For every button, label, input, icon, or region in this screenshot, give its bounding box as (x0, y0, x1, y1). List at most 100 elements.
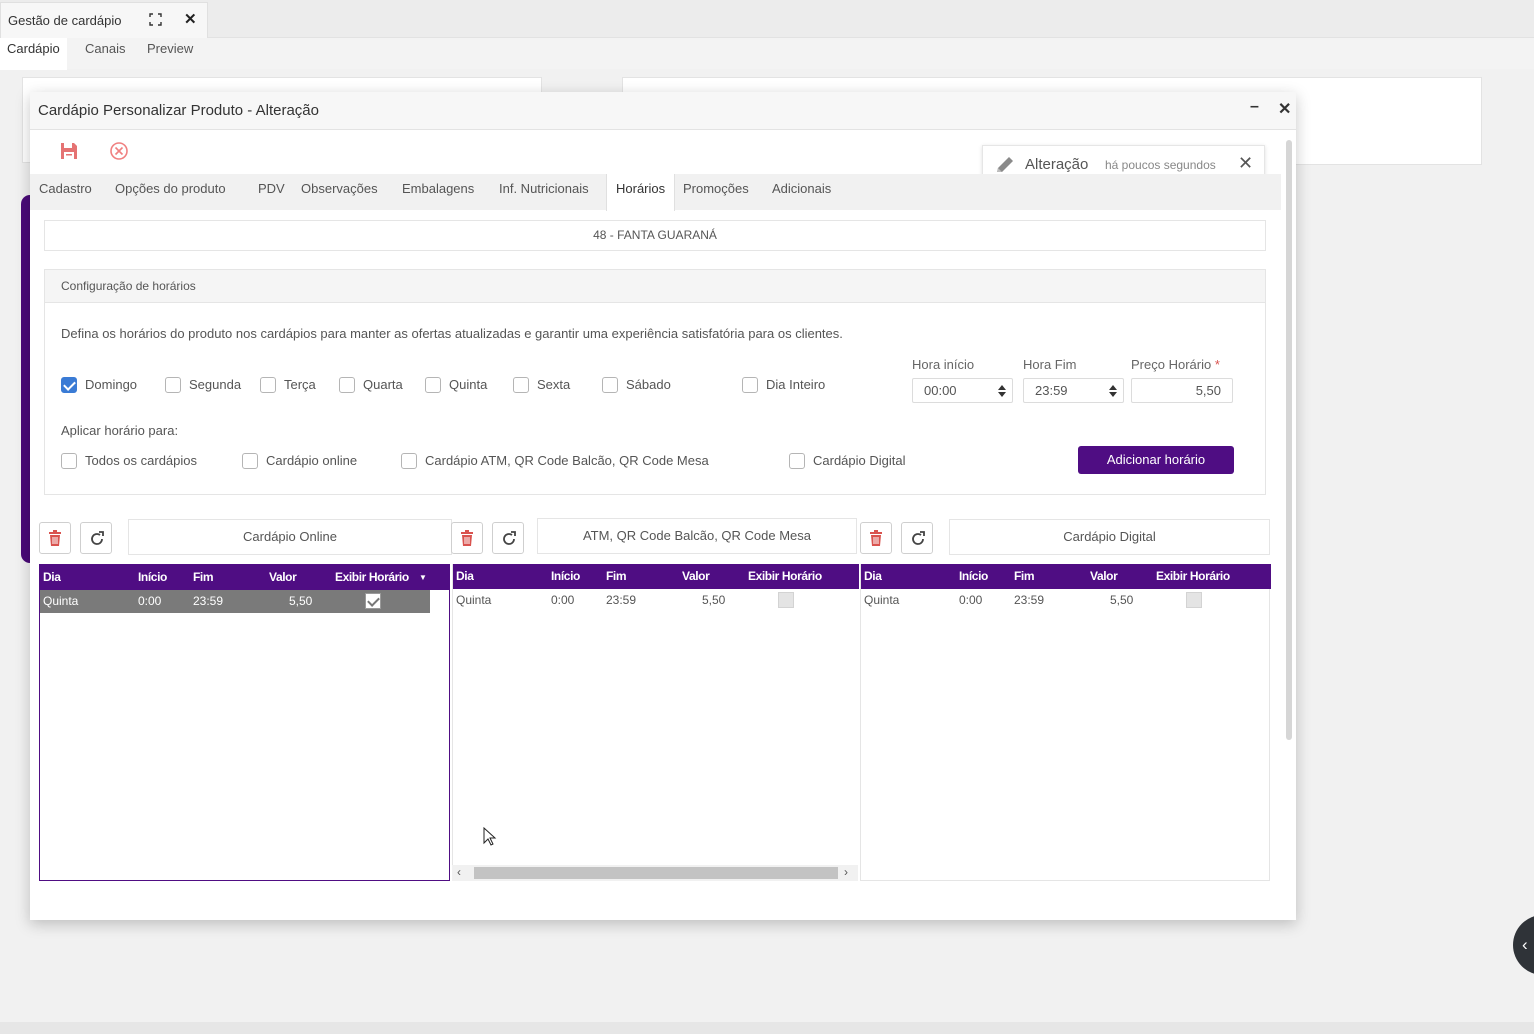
checkbox-todos-cardapios[interactable] (61, 453, 77, 469)
preco-horario-input[interactable]: 5,50 (1131, 378, 1233, 403)
checkbox-label: Domingo (85, 377, 138, 392)
grid-header: Dia Início Fim Valor Exibir Horário ▼ (40, 565, 449, 590)
refresh-icon (912, 531, 925, 545)
background-footer (0, 1022, 1534, 1034)
grid-digital: Dia Início Fim Valor Exibir Horário Quin… (860, 564, 1271, 881)
hora-inicio-input[interactable]: 00:00 (912, 378, 1013, 403)
exibir-checkbox[interactable] (1186, 592, 1202, 608)
checkbox-cardapio-atm[interactable] (401, 453, 417, 469)
product-name: 48 - FANTA GUARANÁ (44, 220, 1266, 251)
close-icon[interactable]: ✕ (1238, 153, 1253, 174)
checkbox-quarta[interactable] (339, 377, 355, 393)
checkbox-cardapio-online[interactable] (242, 453, 258, 469)
column-header-exibir[interactable]: Exibir Horário (748, 564, 822, 589)
grid-title-digital: Cardápio Digital (949, 519, 1270, 555)
delete-button[interactable] (451, 522, 483, 554)
table-row[interactable]: Quinta 0:00 23:59 5,50 (453, 589, 859, 612)
preco-horario-value: 5,50 (1195, 383, 1221, 398)
subnav-item-cardapio[interactable]: Cardápio (0, 38, 67, 70)
cell-fim: 23:59 (1014, 593, 1045, 607)
column-header-inicio[interactable]: Início (551, 564, 580, 589)
tab-promocoes[interactable]: Promoções (674, 174, 758, 210)
grid-atm: Dia Início Fim Valor Exibir Horário Quin… (452, 564, 859, 881)
exibir-checkbox[interactable] (778, 592, 794, 608)
hora-inicio-label: Hora início (912, 357, 975, 372)
checkbox-segunda[interactable] (165, 377, 181, 393)
column-header-exibir[interactable]: Exibir Horário (1156, 564, 1230, 589)
tab-horarios[interactable]: Horários (606, 174, 676, 211)
subnav-item-canais[interactable]: Canais (78, 38, 132, 69)
apply-label: Aplicar horário para: (61, 423, 179, 438)
tab-opcoes-produto[interactable]: Opções do produto (106, 174, 235, 210)
preco-horario-label: Preço Horário * (1131, 357, 1220, 372)
scroll-left-icon[interactable]: ‹ (457, 865, 461, 879)
column-header-fim[interactable]: Fim (193, 565, 214, 590)
refresh-icon (91, 531, 104, 545)
tab-inf-nutricionais[interactable]: Inf. Nutricionais (490, 174, 598, 210)
save-icon[interactable] (60, 142, 78, 160)
column-header-valor[interactable]: Valor (1090, 564, 1118, 589)
close-icon[interactable]: ✕ (1278, 99, 1291, 119)
spinner-icon[interactable] (998, 385, 1006, 397)
column-header-inicio[interactable]: Início (138, 565, 167, 590)
refresh-icon (503, 531, 516, 545)
tab-cadastro[interactable]: Cadastro (30, 174, 101, 210)
sort-desc-icon[interactable]: ▼ (419, 565, 427, 590)
app-tab-title: Gestão de cardápio (8, 13, 122, 28)
tab-adicionais[interactable]: Adicionais (763, 174, 840, 210)
refresh-button[interactable] (80, 522, 112, 554)
checkbox-terca[interactable] (260, 377, 276, 393)
add-schedule-button[interactable]: Adicionar horário (1078, 446, 1234, 474)
tab-observacoes[interactable]: Observações (292, 174, 387, 210)
config-description: Defina os horários do produto nos cardáp… (61, 326, 843, 341)
tab-pdv[interactable]: PDV (249, 174, 294, 210)
cancel-icon[interactable] (109, 141, 129, 161)
scroll-right-icon[interactable]: › (844, 865, 848, 879)
column-header-valor[interactable]: Valor (269, 565, 297, 590)
tab-embalagens[interactable]: Embalagens (393, 174, 483, 210)
column-header-exibir[interactable]: Exibir Horário (335, 565, 409, 590)
subnav-item-preview[interactable]: Preview (140, 38, 200, 69)
checkbox-sexta[interactable] (513, 377, 529, 393)
checkbox-cardapio-digital[interactable] (789, 453, 805, 469)
close-icon[interactable]: ✕ (184, 10, 197, 28)
grid-title-atm: ATM, QR Code Balcão, QR Code Mesa (537, 518, 857, 554)
column-header-dia[interactable]: Dia (456, 564, 474, 589)
exibir-checkbox[interactable] (365, 593, 381, 609)
column-header-fim[interactable]: Fim (1014, 564, 1035, 589)
checkbox-quinta[interactable] (425, 377, 441, 393)
side-toggle-button[interactable]: ‹ (1513, 915, 1534, 975)
checkbox-label: Quinta (449, 377, 488, 392)
trash-icon (870, 530, 882, 546)
column-header-dia[interactable]: Dia (864, 564, 882, 589)
product-modal: Cardápio Personalizar Produto - Alteraçã… (30, 92, 1296, 920)
column-header-inicio[interactable]: Início (959, 564, 988, 589)
column-header-fim[interactable]: Fim (606, 564, 627, 589)
column-header-valor[interactable]: Valor (682, 564, 710, 589)
checkbox-dia-inteiro[interactable] (742, 377, 758, 393)
chevron-left-icon: ‹ (1522, 935, 1528, 954)
checkbox-label: Cardápio Digital (813, 453, 906, 468)
table-row[interactable]: Quinta 0:00 23:59 5,50 (861, 589, 1271, 612)
cell-fim: 23:59 (193, 594, 224, 608)
hora-fim-input[interactable]: 23:59 (1023, 378, 1124, 403)
vertical-scrollbar[interactable] (1286, 140, 1292, 740)
horizontal-scrollbar[interactable]: ‹ › (452, 865, 858, 881)
scrollbar-thumb[interactable] (474, 867, 838, 879)
spinner-icon[interactable] (1109, 385, 1117, 397)
checkbox-label: Quarta (363, 377, 403, 392)
column-header-dia[interactable]: Dia (43, 565, 61, 590)
checkbox-domingo[interactable] (61, 377, 77, 393)
hora-fim-value: 23:59 (1035, 383, 1068, 398)
expand-icon[interactable] (149, 13, 162, 26)
modal-header: Cardápio Personalizar Produto - Alteraçã… (30, 92, 1296, 130)
table-row[interactable]: Quinta 0:00 23:59 5,50 (40, 590, 430, 613)
checkbox-sabado[interactable] (602, 377, 618, 393)
cell-valor: 5,50 (289, 594, 313, 608)
refresh-button[interactable] (901, 522, 933, 554)
refresh-button[interactable] (492, 522, 524, 554)
delete-button[interactable] (860, 522, 892, 554)
minimize-icon[interactable]: – (1250, 98, 1259, 116)
delete-button[interactable] (39, 522, 71, 554)
app-tab-gestao[interactable]: Gestão de cardápio ✕ (0, 2, 208, 38)
